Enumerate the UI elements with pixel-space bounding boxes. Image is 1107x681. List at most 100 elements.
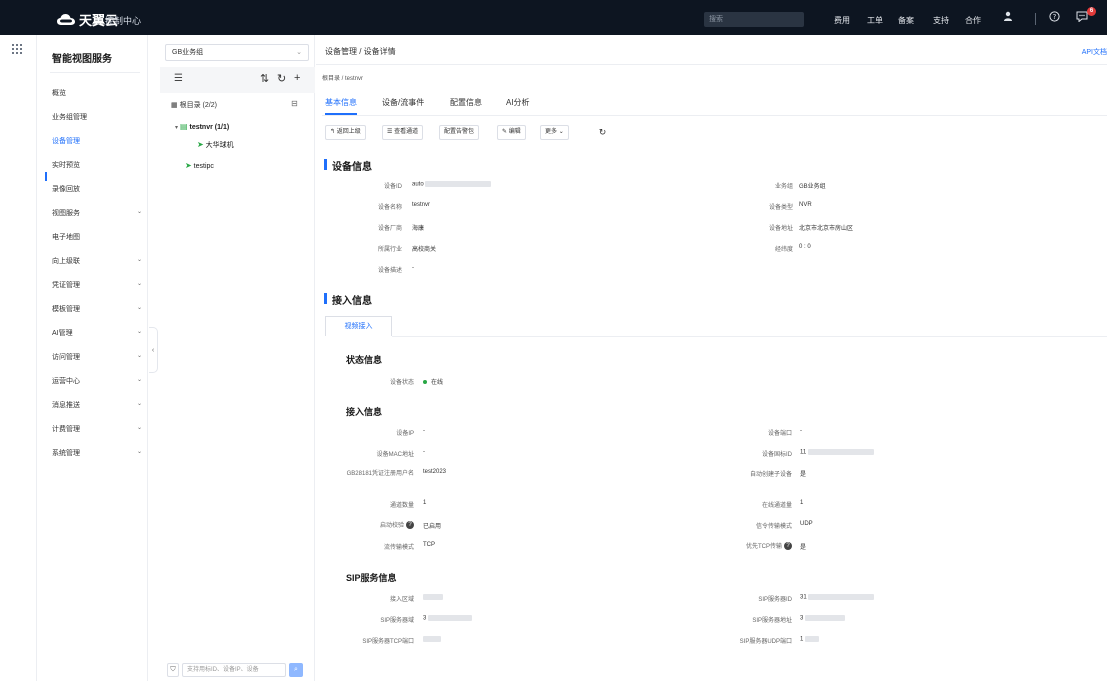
edit-button[interactable]: ✎ 编辑 xyxy=(497,125,526,140)
user-icon[interactable] xyxy=(1001,11,1015,25)
menu-item-device-management[interactable]: 设备管理 xyxy=(52,136,142,146)
device-ip-value: - xyxy=(423,428,425,434)
device-type-label: 设备类型 xyxy=(768,205,793,211)
menu-item-live-preview[interactable]: 实时预览 xyxy=(52,160,142,170)
root-grid-icon: ▦ xyxy=(171,102,178,109)
gb-username-value: test2023 xyxy=(423,469,447,475)
nav-fees[interactable]: 费用 xyxy=(834,15,850,26)
business-group-select[interactable]: GB业务组 ⌄ xyxy=(165,44,309,61)
menu-item-messages[interactable]: 消息推送 ⌄ xyxy=(52,400,142,410)
stream-mode-label: 流传输模式 xyxy=(383,545,414,551)
tree-node-testipc[interactable]: ➤ testipc xyxy=(185,161,214,170)
page-header: 设备管理 / 设备详情 API文档 xyxy=(316,35,1107,65)
nav-support[interactable]: 支持 xyxy=(933,15,949,26)
view-channels-button[interactable]: ☰ 查看通道 xyxy=(382,125,424,140)
breadcrumb: 设备管理 / 设备详情 xyxy=(325,47,396,56)
tree-node-dahua-camera[interactable]: ➤ 大华球机 xyxy=(197,140,234,150)
help-circle-icon[interactable]: ? xyxy=(406,521,414,530)
tab-config[interactable]: 配置信息 xyxy=(450,97,482,108)
sip-udp-port-text: 1 xyxy=(800,636,804,643)
menu-item-label: 模板管理 xyxy=(52,306,80,313)
sort-icon[interactable]: ⇅ xyxy=(260,72,269,85)
nav-tickets[interactable]: 工单 xyxy=(867,15,883,26)
svg-text:?: ? xyxy=(1052,13,1056,21)
help-icon[interactable]: ? xyxy=(1047,11,1061,25)
device-ip-label: 设备IP xyxy=(396,431,414,437)
nav-filing[interactable]: 备案 xyxy=(898,15,914,26)
device-info-title: 设备信息 xyxy=(332,162,372,173)
access-info-title: 接入信息 xyxy=(332,296,372,307)
menu-item-business-group[interactable]: 业务组管理 xyxy=(52,112,142,122)
tab-events[interactable]: 设备/流事件 xyxy=(382,97,424,108)
redacted-block xyxy=(805,615,846,621)
access-region-label: 接入区域 xyxy=(389,597,414,603)
alarm-config-button[interactable]: 配置告警包 xyxy=(439,125,480,140)
device-id-label: 设备ID xyxy=(383,184,402,190)
tabs-divider xyxy=(322,115,1107,116)
tab-video-access[interactable]: 视频接入 xyxy=(325,316,392,336)
add-node-icon[interactable]: + xyxy=(294,72,300,84)
menu-item-templates[interactable]: 模板管理 ⌄ xyxy=(52,304,142,314)
tree-root-label: 根目录 (2/2) xyxy=(179,102,217,109)
back-button[interactable]: ↰ 返回上级 xyxy=(325,125,366,140)
auth-check-label: 启动校验? xyxy=(316,520,414,530)
api-doc-link[interactable]: API文档 xyxy=(1082,47,1107,57)
menu-item-operations[interactable]: 运营中心 ⌄ xyxy=(52,376,142,386)
device-id-value: auto xyxy=(412,181,492,188)
business-group-value: GB业务组 xyxy=(799,184,826,190)
device-address-value: 北京市北京市房山区 xyxy=(799,226,854,232)
sip-info-title: SIP服务信息 xyxy=(346,573,397,583)
nav-partner[interactable]: 合作 xyxy=(965,15,981,26)
menu-item-playback[interactable]: 录像回放 xyxy=(52,184,142,194)
apps-grid-icon[interactable] xyxy=(12,44,22,54)
signal-mode-value: UDP xyxy=(800,521,813,527)
menu-item-credentials[interactable]: 凭证管理 ⌄ xyxy=(52,280,142,290)
filter-icon[interactable]: ⛉ xyxy=(167,663,179,677)
device-tree-panel: GB业务组 ⌄ ☰ ⇅ ↻ + ▦ 根目录 (2/2) ⊟ ▾ ▤ testnv… xyxy=(160,35,315,681)
industry-value: 高校商关 xyxy=(412,247,437,253)
tree-node-label: 大华球机 xyxy=(205,142,234,149)
button-label: 查看通道 xyxy=(394,129,419,135)
menu-item-overview[interactable]: 概览 xyxy=(52,88,142,98)
menu-item-ai[interactable]: AI管理 ⌄ xyxy=(52,328,142,338)
help-circle-icon[interactable]: ? xyxy=(784,542,792,551)
refresh-tree-icon[interactable]: ↻ xyxy=(277,72,286,85)
device-name-label: 设备名称 xyxy=(377,205,402,211)
tree-search-input[interactable]: 支持用标ID、设备IP、设备 xyxy=(182,663,286,677)
menu-item-label: 电子地图 xyxy=(52,234,80,241)
tab-basic-info[interactable]: 基本信息 xyxy=(325,97,357,108)
device-address-label: 设备地址 xyxy=(768,226,793,232)
redacted-block xyxy=(423,636,441,642)
menu-item-access[interactable]: 访问管理 ⌄ xyxy=(52,352,142,362)
tree-node-testnvr[interactable]: ▾ ▤ testnvr (1/1) xyxy=(175,122,229,131)
menu-item-system[interactable]: 系统管理 ⌄ xyxy=(52,448,142,458)
device-port-value: - xyxy=(800,428,802,434)
collapse-all-icon[interactable]: ⊟ xyxy=(291,99,298,108)
search-button[interactable]: ⌕ xyxy=(289,663,303,677)
redacted-block xyxy=(423,594,443,600)
menu-item-label: AI管理 xyxy=(52,330,73,337)
mac-label: 设备MAC地址 xyxy=(376,452,414,458)
device-type-value: NVR xyxy=(799,202,812,208)
menu-item-map[interactable]: 电子地图 xyxy=(52,232,142,242)
menu-item-billing[interactable]: 计费管理 ⌄ xyxy=(52,424,142,434)
topbar-divider xyxy=(1035,13,1036,25)
tab-ai-analysis[interactable]: AI分析 xyxy=(506,97,530,108)
more-button[interactable]: 更多 ⌄ xyxy=(540,125,569,140)
menu-divider xyxy=(50,72,140,73)
chevron-down-icon: ⌄ xyxy=(136,401,142,407)
menu-item-cascade[interactable]: 向上级联 ⌄ xyxy=(52,256,142,266)
section-marker xyxy=(324,159,327,170)
collapse-menu-handle[interactable]: ‹ xyxy=(149,327,158,373)
collapse-tree-icon[interactable]: ☰ xyxy=(174,73,183,84)
menu-item-view-service[interactable]: 视图服务 ⌄ xyxy=(52,208,142,218)
tree-root[interactable]: ▦ 根目录 (2/2) xyxy=(171,100,217,110)
notification-badge: 6 xyxy=(1087,7,1096,16)
console-link[interactable]: 控制中心 xyxy=(105,14,141,27)
sip-domain-text: 3 xyxy=(423,615,427,622)
global-search-input[interactable]: 搜索 xyxy=(704,12,804,27)
button-label: 配置告警包 xyxy=(444,129,475,135)
chevron-down-icon: ⌄ xyxy=(136,449,142,455)
refresh-icon[interactable]: ↻ xyxy=(593,125,612,140)
description-value: - xyxy=(412,265,414,271)
